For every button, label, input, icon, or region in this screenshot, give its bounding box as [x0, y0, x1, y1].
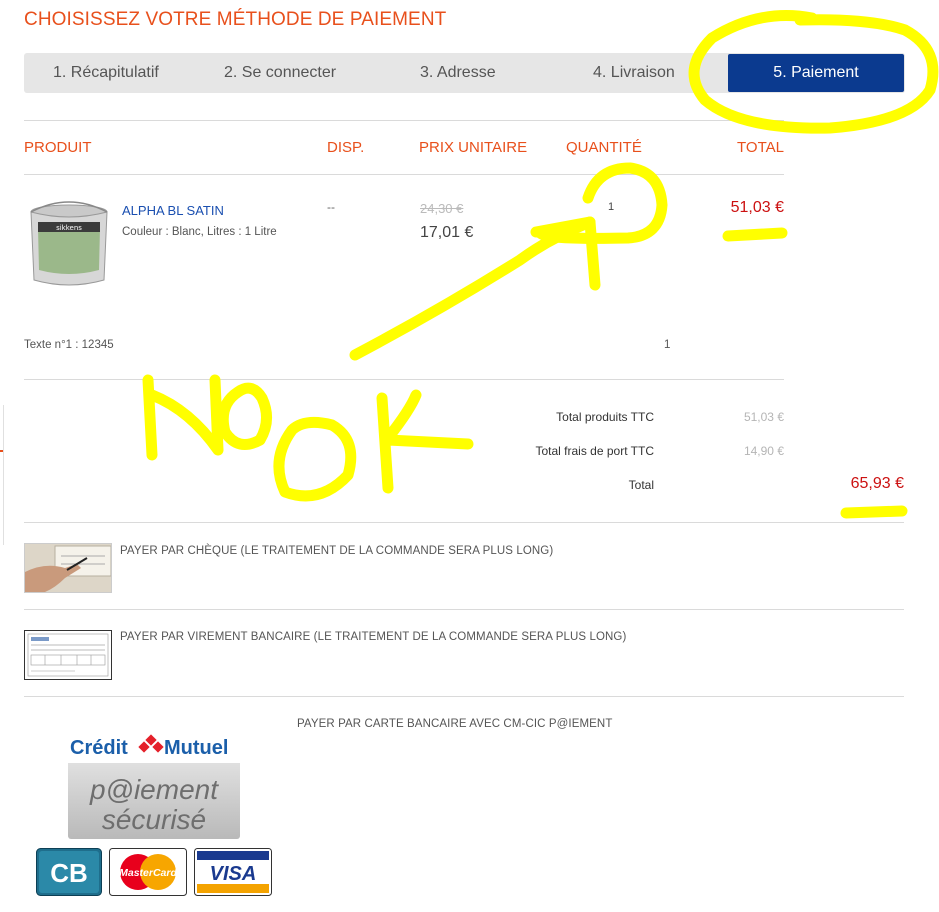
page-edge: [0, 405, 4, 545]
cb-card-icon[interactable]: CB: [36, 848, 102, 896]
securise-text: sécurisé: [102, 804, 206, 835]
grand-total-value: 65,93 €: [850, 475, 904, 492]
step-delivery[interactable]: 4. Livraison: [593, 53, 675, 93]
step-login[interactable]: 2. Se connecter: [224, 53, 336, 93]
step-recap[interactable]: 1. Récapitulatif: [53, 53, 159, 93]
paiement-text: p@iement: [89, 774, 219, 805]
product-brand-text: sikkens: [56, 224, 82, 232]
divider: [24, 174, 784, 175]
annotation-ok-text: OK: [0, 0, 23, 4]
shipping-value: 14,90 €: [743, 444, 784, 458]
page-edge-mark: [0, 450, 3, 452]
mastercard-text: MasterCard: [119, 867, 177, 879]
product-image[interactable]: sikkens: [24, 196, 114, 292]
cheque-payment-image[interactable]: [24, 543, 112, 593]
step-address[interactable]: 3. Adresse: [420, 53, 496, 93]
quantity-value: 1: [608, 201, 615, 213]
bank-logo-word-2: Mutuel: [164, 737, 228, 759]
divider: [24, 379, 784, 380]
col-total-header: TOTAL: [737, 139, 784, 156]
col-unit-price-header: PRIX UNITAIRE: [419, 139, 528, 156]
old-price: 24,30 €: [420, 201, 464, 216]
shipping-label: Total frais de port TTC: [535, 444, 655, 458]
availability-value: --: [327, 200, 335, 214]
transfer-payment-image[interactable]: [24, 630, 112, 680]
divider: [24, 522, 904, 523]
col-quantity-header: QUANTITÉ: [566, 139, 642, 156]
visa-icon[interactable]: VISA: [194, 848, 272, 896]
total-products-label: Total produits TTC: [556, 410, 654, 424]
line-total: 51,03 €: [730, 199, 784, 216]
pay-transfer-link[interactable]: PAYER PAR VIREMENT BANCAIRE (LE TRAITEME…: [120, 631, 626, 643]
visa-text: VISA: [210, 863, 257, 885]
annotation-no-text: NO: [0, 0, 24, 4]
bank-document-icon: [27, 633, 109, 677]
total-products-value: 51,03 €: [743, 410, 784, 424]
divider: [24, 120, 784, 121]
checkout-steps: 1. Récapitulatif 2. Se connecter 3. Adre…: [24, 53, 905, 93]
unit-price: 17,01 €: [420, 224, 474, 241]
custom-text-line: Texte n°1 : 12345: [24, 339, 114, 351]
page-title: CHOISISSEZ VOTRE MÉTHODE DE PAIEMENT: [24, 9, 447, 30]
mastercard-icon[interactable]: MasterCard: [109, 848, 187, 896]
pay-card-link[interactable]: PAYER PAR CARTE BANCAIRE AVEC CM-CIC P@I…: [297, 718, 612, 730]
divider: [24, 696, 904, 697]
grand-total-label: Total: [628, 478, 654, 492]
divider: [24, 609, 904, 610]
cheque-photo-icon: [25, 544, 111, 592]
product-name-link[interactable]: ALPHA BL SATIN: [122, 203, 224, 218]
bank-logo-word-1: Crédit: [70, 737, 128, 759]
col-disp-header: DISP.: [327, 139, 365, 156]
step-payment-active[interactable]: 5. Paiement: [728, 54, 904, 92]
credit-mutuel-logo[interactable]: Crédit Mutuel p@iement sécurisé: [68, 727, 240, 839]
custom-text-quantity: 1: [664, 339, 671, 351]
product-options: Couleur : Blanc, Litres : 1 Litre: [122, 226, 277, 238]
col-product-header: PRODUIT: [24, 139, 92, 156]
pay-cheque-link[interactable]: PAYER PAR CHÈQUE (LE TRAITEMENT DE LA CO…: [120, 545, 553, 557]
cb-card-text: CB: [50, 858, 88, 888]
